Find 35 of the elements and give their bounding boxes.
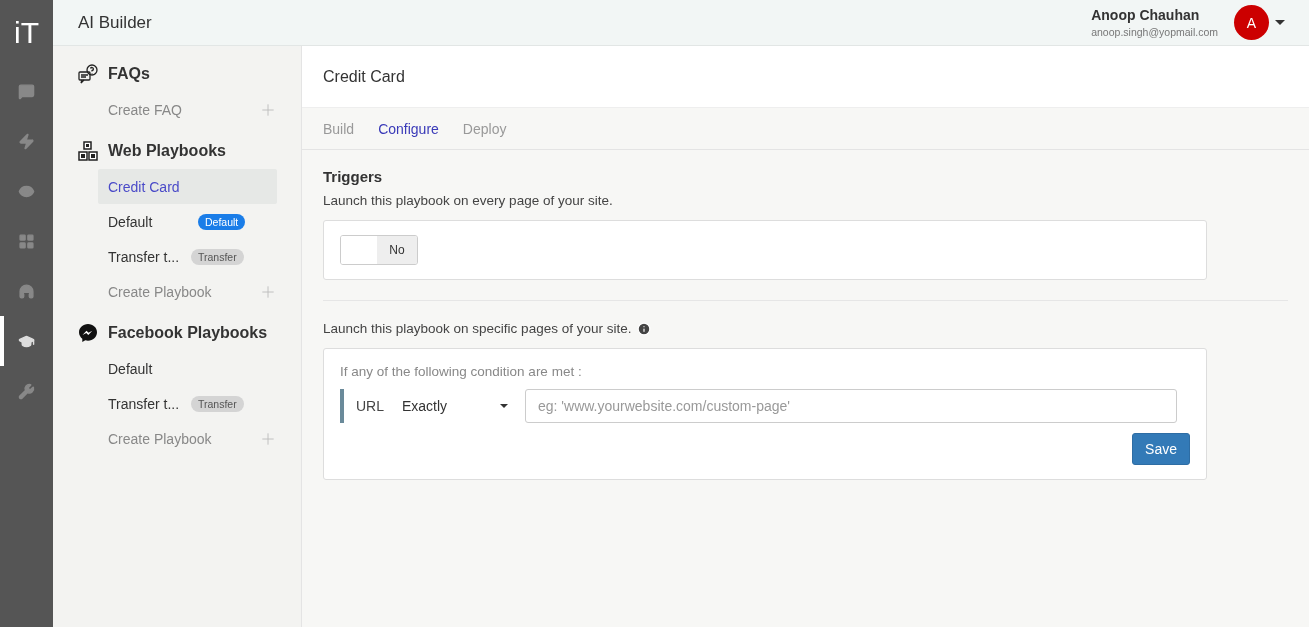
sidebar-item[interactable]: Transfer t... Transfer [98, 386, 277, 421]
caret-icon[interactable] [1275, 20, 1285, 25]
create-item[interactable]: Create Playbook [98, 274, 277, 309]
field-label: Launch this playbook on specific pages of your site. [323, 321, 632, 336]
save-button[interactable]: Save [1132, 433, 1190, 465]
create-item[interactable]: Create FAQ [98, 92, 277, 127]
section-title: Web Playbooks [108, 142, 226, 160]
tag: Transfer [191, 395, 244, 412]
sidebar-item[interactable]: Credit Card [98, 169, 277, 204]
info-icon[interactable] [637, 321, 652, 336]
user-email: anoop.singh@yopmail.com [1091, 26, 1218, 38]
field-label: Launch this playbook on every page of your site. [323, 193, 613, 208]
section-title: Facebook Playbooks [108, 324, 268, 342]
create-item[interactable]: Create Playbook [98, 421, 277, 456]
sidebar-item[interactable]: Transfer t... Transfer [98, 239, 277, 274]
app-title: AI Builder [78, 12, 153, 33]
page-title: Credit Card [302, 46, 1309, 108]
tab[interactable]: Configure [378, 120, 439, 137]
sidebar-item[interactable]: Default [98, 351, 277, 386]
section-title: FAQs [108, 65, 150, 83]
sidebar-item[interactable]: Default Default [98, 204, 277, 239]
operator-dropdown[interactable]: Exactly [402, 398, 508, 414]
blocks-icon [78, 141, 98, 161]
toggle-switch[interactable]: No [340, 235, 418, 265]
tag: Default [198, 213, 246, 230]
condition-field: URL [356, 398, 402, 414]
url-input[interactable]: eg: 'www.yourwebsite.com/custom-page' [525, 389, 1177, 423]
section-heading: Triggers [323, 168, 384, 185]
condition-intro: If any of the following condition are met : [339, 363, 583, 381]
app-logo: iT [13, 15, 40, 51]
user-name: Anoop Chauhan [1091, 7, 1200, 23]
messenger-icon [78, 323, 98, 343]
tag: Transfer [191, 248, 244, 265]
user-avatar[interactable]: A [1234, 5, 1269, 40]
faq-chat-icon [78, 64, 98, 84]
